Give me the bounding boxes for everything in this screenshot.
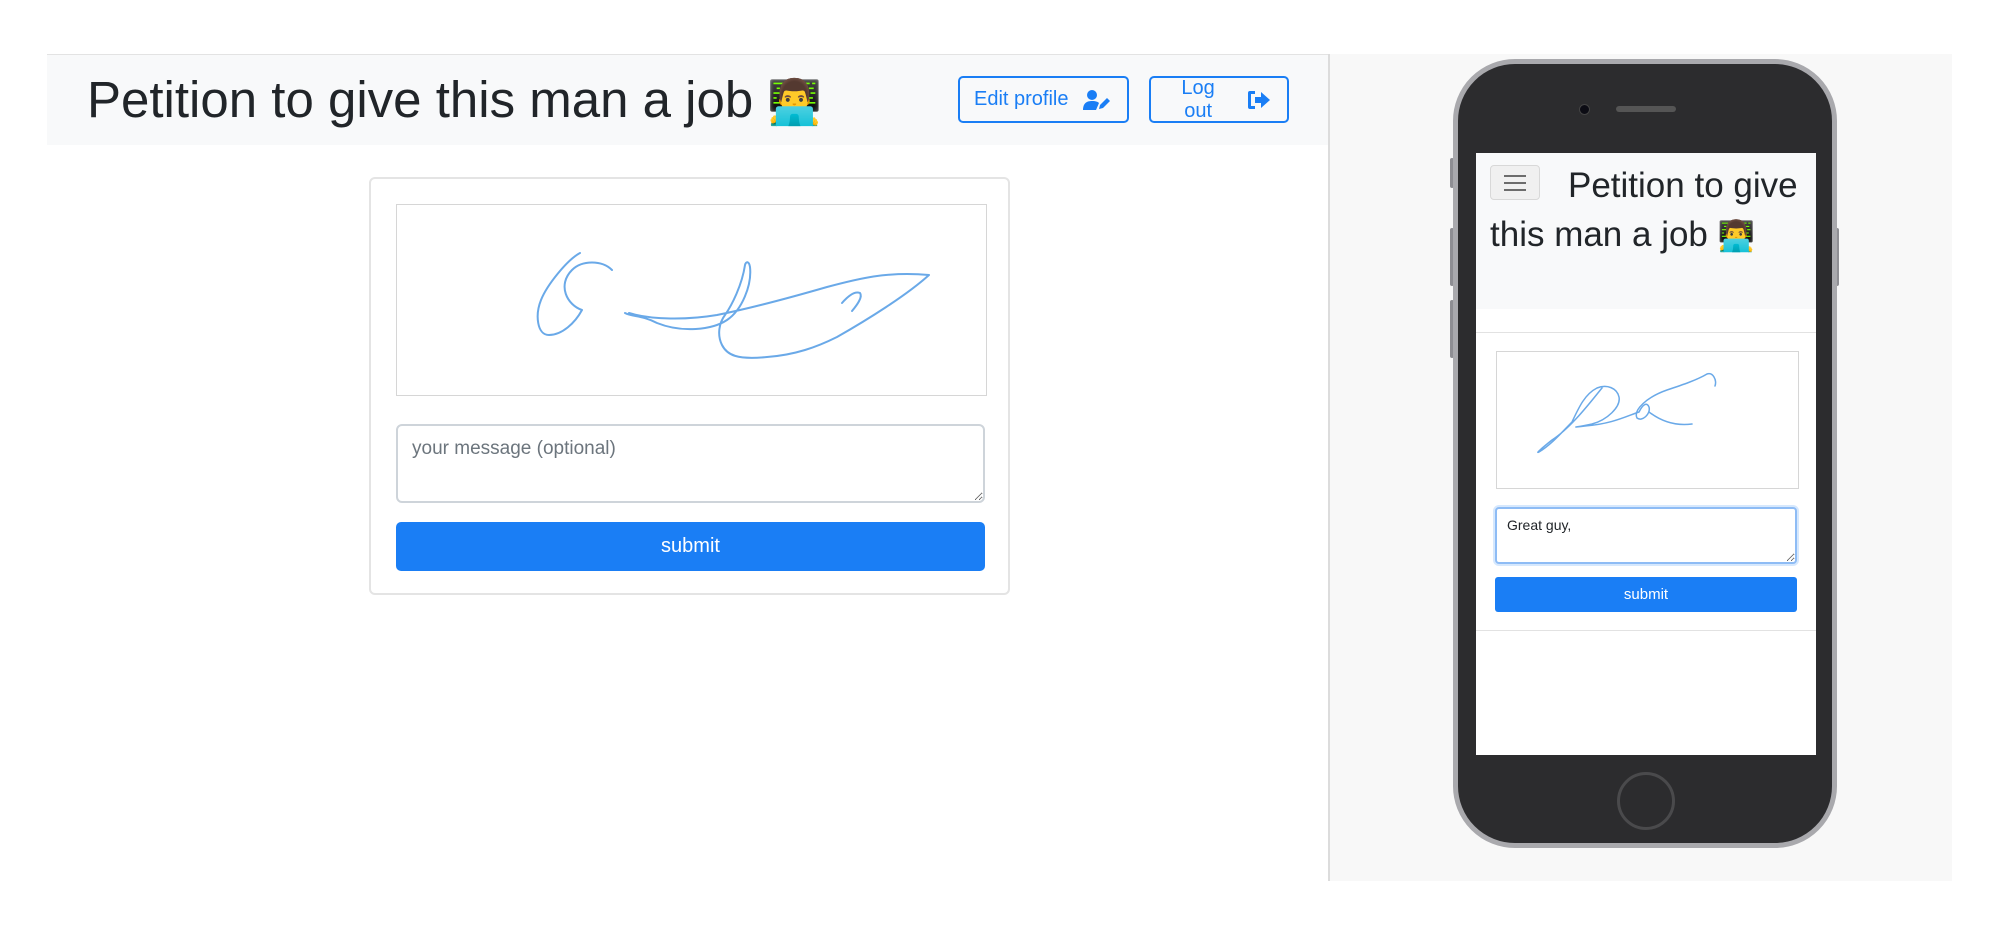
sign-out-icon — [1245, 89, 1273, 111]
desktop-view: Petition to give this man a job 👨‍💻 Edit… — [47, 54, 1328, 882]
phone-screen: Petition to give this man a job 👨‍💻 Grea… — [1476, 153, 1816, 755]
edit-profile-label: Edit profile — [974, 88, 1069, 110]
mobile-signature-stroke — [1537, 372, 1717, 454]
page-title: Petition to give this man a job 👨‍💻 — [87, 69, 822, 134]
signature-canvas[interactable] — [396, 204, 987, 396]
phone-camera — [1579, 104, 1590, 115]
mobile-signature-canvas[interactable] — [1496, 351, 1799, 489]
petition-card: submit — [369, 177, 1010, 595]
user-edit-icon — [1082, 89, 1111, 111]
navbar: Petition to give this man a job 👨‍💻 Edit… — [47, 55, 1328, 145]
mobile-navbar: Petition to give this man a job 👨‍💻 — [1476, 153, 1816, 309]
mobile-message-textarea[interactable]: Great guy, — [1495, 507, 1797, 564]
technologist-emoji: 👨‍💻 — [767, 77, 823, 128]
mobile-technologist-emoji: 👨‍💻 — [1717, 219, 1755, 254]
signature-stroke — [536, 252, 930, 359]
mobile-divider-top — [1476, 332, 1816, 333]
log-out-button[interactable]: Log out — [1149, 76, 1289, 123]
page-title-text: Petition to give this man a job — [87, 71, 754, 128]
phone-home-button — [1617, 772, 1675, 830]
mobile-divider-bottom — [1476, 630, 1816, 631]
mobile-page-title: Petition to give this man a job 👨‍💻 — [1490, 161, 1810, 261]
phone-speaker — [1616, 106, 1676, 112]
message-textarea[interactable] — [396, 424, 985, 503]
edit-profile-button[interactable]: Edit profile — [958, 76, 1129, 123]
log-out-label: Log out — [1181, 76, 1215, 122]
mobile-submit-button[interactable]: submit — [1495, 577, 1797, 612]
submit-button[interactable]: submit — [396, 522, 985, 571]
